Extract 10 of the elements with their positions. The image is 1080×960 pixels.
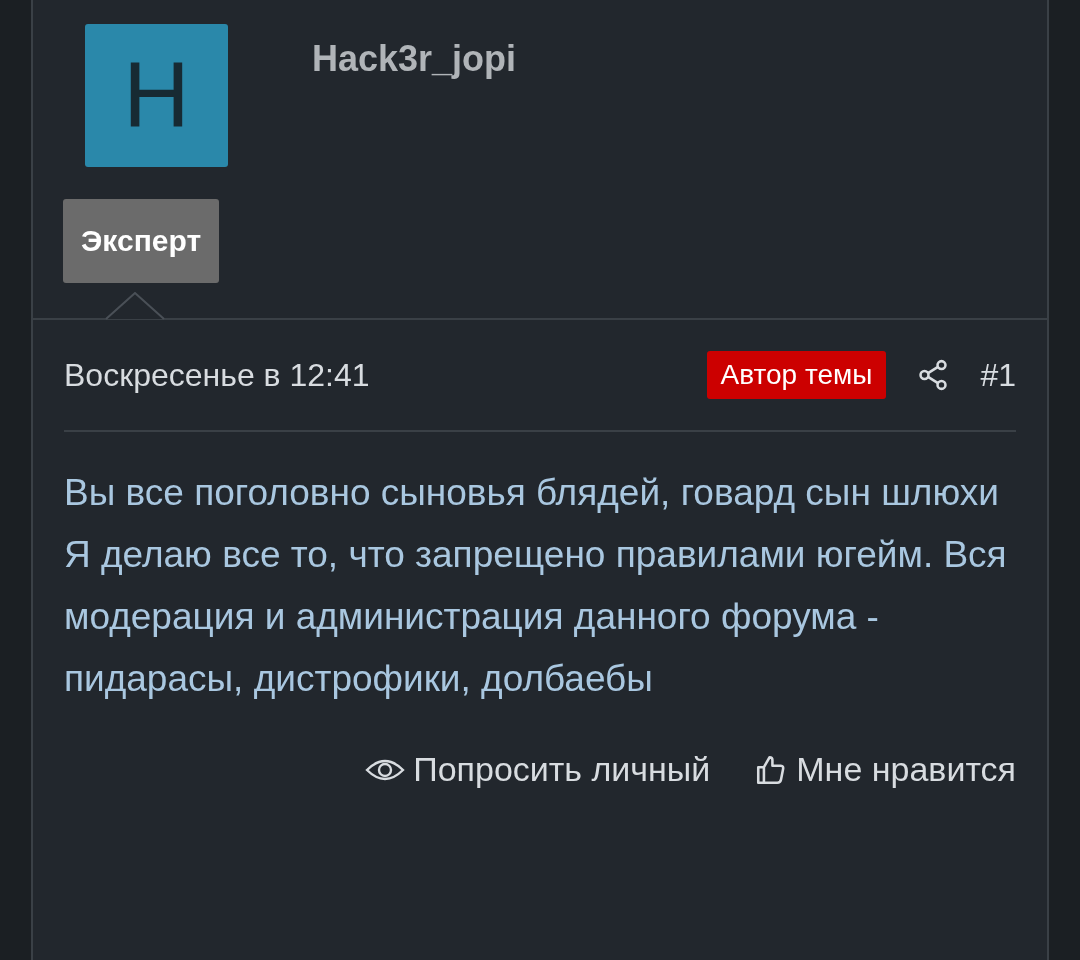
- post-number[interactable]: #1: [980, 356, 1016, 394]
- action-button[interactable]: Попросить личный: [365, 750, 711, 789]
- post-text: Вы все поголовно сыновья блядей, говард сын шлюхи Я делаю все то, что запрещено правилами югейм. Вся модерация и администрация данного форума - пидарасы, дистрофики, долбаебы: [64, 471, 1008, 701]
- avatar[interactable]: H: [85, 24, 228, 167]
- rank-badge: Эксперт: [63, 199, 220, 283]
- author-badge: Автор темы: [706, 351, 887, 399]
- username[interactable]: Hack3r_jopi: [312, 38, 517, 167]
- pointer-icon: [105, 292, 165, 320]
- action-button[interactable]: Мне нравится: [754, 750, 1016, 789]
- post-date[interactable]: Воскресенье в 12:41: [64, 356, 370, 394]
